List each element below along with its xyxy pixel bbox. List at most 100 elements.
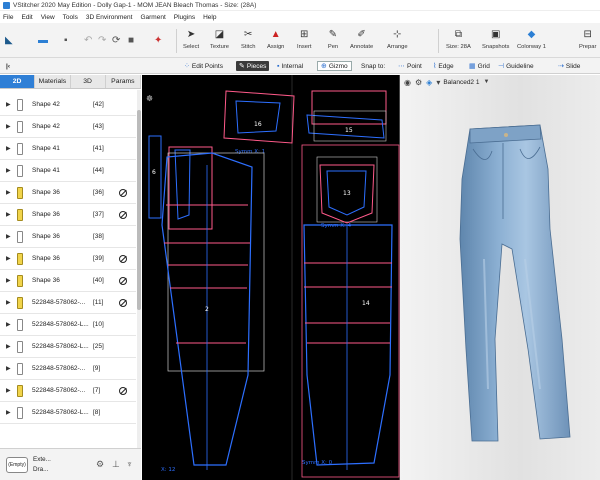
internal-toggle[interactable]: ▪ Internal: [274, 61, 306, 71]
hidden-ban-icon[interactable]: [119, 386, 127, 395]
list-item[interactable]: ▶ Shape 36 [38]: [0, 226, 136, 248]
menu-help[interactable]: Help: [203, 14, 216, 21]
list-item[interactable]: ▶ Shape 36 [40]: [0, 270, 136, 292]
snapshots-button[interactable]: ▣ Snapshots: [482, 27, 509, 51]
snap-grid-toggle[interactable]: ▦ Grid: [466, 61, 493, 71]
stitch-tool[interactable]: ✂ Stitch: [241, 27, 256, 51]
list-item[interactable]: ▶ Shape 41 [41]: [0, 138, 136, 160]
list-item-id: [25]: [93, 343, 104, 350]
expand-arrow-icon[interactable]: ▶: [6, 145, 11, 152]
insert-tool[interactable]: ⊞ Insert: [297, 27, 312, 51]
settings-icon[interactable]: ⚙: [96, 459, 104, 470]
prepare-button[interactable]: ⊟ Prepar: [579, 27, 596, 51]
tree-icon[interactable]: ♆: [126, 459, 133, 469]
expand-arrow-icon[interactable]: ▶: [6, 409, 11, 416]
list-item[interactable]: ▶ Shape 42 [42]: [0, 94, 136, 116]
menu-view[interactable]: View: [41, 14, 55, 21]
expand-arrow-icon[interactable]: ▶: [6, 343, 11, 350]
list-item[interactable]: ▶ Shape 36 [39]: [0, 248, 136, 270]
ruler-icon[interactable]: ⊥: [112, 459, 120, 470]
list-item[interactable]: ▶ 522848-578062-... [11]: [0, 292, 136, 314]
save-icon[interactable]: ▪: [64, 35, 68, 46]
hidden-ban-icon[interactable]: [119, 188, 127, 197]
piece-14-outline[interactable]: [303, 224, 393, 466]
edit-points-button[interactable]: ⁘ Edit Points: [181, 61, 226, 71]
snap-point-toggle[interactable]: ⋯ Point: [395, 61, 425, 71]
tab-2d[interactable]: 2D: [0, 75, 36, 88]
3d-settings-icon[interactable]: ⚙: [415, 78, 422, 87]
list-scrollbar[interactable]: [137, 90, 141, 448]
list-item[interactable]: ▶ Shape 42 [43]: [0, 116, 136, 138]
hidden-ban-icon[interactable]: [119, 254, 127, 263]
expand-arrow-icon[interactable]: ▶: [6, 167, 11, 174]
size-selector[interactable]: ⧉ Size: 28A: [446, 27, 471, 51]
list-item[interactable]: ▶ 522848-578062-L... [8]: [0, 402, 136, 424]
menu-3d-environment[interactable]: 3D Environment: [86, 14, 133, 21]
piece-6-outline[interactable]: [148, 135, 162, 219]
open-folder-icon[interactable]: ▬: [38, 35, 48, 46]
expand-arrow-icon[interactable]: ▶: [6, 299, 11, 306]
arrange-tool[interactable]: ⊹ Arrange: [387, 27, 408, 51]
colorway-selector[interactable]: ◆ Colorway 1: [517, 27, 546, 51]
list-item[interactable]: ▶ 522848-578062-L... [10]: [0, 314, 136, 336]
shape-thumbnail-icon: [17, 121, 23, 133]
refresh-icon[interactable]: ⟳: [112, 35, 120, 46]
texture-tool[interactable]: ◪ Texture: [210, 27, 229, 51]
list-item[interactable]: ▶ Shape 36 [36]: [0, 182, 136, 204]
expand-arrow-icon[interactable]: ▶: [6, 255, 11, 262]
pattern-canvas[interactable]: ☸ 16 15 6 Symm X: 1 2 X: 12 13 Symm X: 4…: [142, 75, 400, 480]
hidden-ban-icon[interactable]: [119, 298, 127, 307]
slide-toggle[interactable]: ⇢ Slide: [555, 61, 583, 71]
piece-16-outline[interactable]: [223, 90, 295, 144]
piece-label-2: 2: [205, 306, 209, 313]
scrollbar-thumb[interactable]: [137, 110, 141, 310]
list-item[interactable]: ▶ Shape 41 [44]: [0, 160, 136, 182]
3d-light-icon[interactable]: ◈: [426, 78, 432, 87]
assign-tool[interactable]: ▲ Assign: [267, 27, 284, 51]
3d-camera-icon[interactable]: ◉: [404, 78, 411, 87]
expand-arrow-icon[interactable]: ▶: [6, 189, 11, 196]
list-item[interactable]: ▶ 522848-578062-L... [25]: [0, 336, 136, 358]
expand-arrow-icon[interactable]: ▶: [6, 321, 11, 328]
menu-plugins[interactable]: Plugins: [174, 14, 195, 21]
expand-arrow-icon[interactable]: ▶: [6, 387, 11, 394]
tab-params[interactable]: Params: [106, 75, 141, 88]
expand-arrow-icon[interactable]: ▶: [6, 277, 11, 284]
collapse-panel-icon[interactable]: |‹: [3, 61, 13, 71]
gizmo-toggle[interactable]: ⊕ Gizmo: [317, 61, 352, 71]
expand-arrow-icon[interactable]: ▶: [6, 365, 11, 372]
3d-view[interactable]: ◉ ⚙ ◈ ▾ Balanced2 1 ▼: [400, 75, 600, 480]
empty-slot[interactable]: (Empty): [6, 457, 28, 473]
menu-file[interactable]: File: [3, 14, 13, 21]
expand-arrow-icon[interactable]: ▶: [6, 233, 11, 240]
menu-edit[interactable]: Edit: [21, 14, 32, 21]
redo-icon[interactable]: ↷: [98, 35, 106, 46]
view-settings-icon[interactable]: ☸: [146, 94, 153, 103]
snap-edge-toggle[interactable]: ⌇ Edge: [430, 61, 457, 71]
2d-pattern-view[interactable]: ☸ 16 15 6 Symm X: 1 2 X: 12 13 Symm X: 4…: [142, 75, 400, 480]
tab-materials[interactable]: Materials: [35, 75, 71, 88]
camera-icon[interactable]: ■: [128, 35, 134, 46]
expand-arrow-icon[interactable]: ▶: [6, 123, 11, 130]
tab-3d[interactable]: 3D: [71, 75, 106, 88]
render-icon[interactable]: ✦: [154, 35, 162, 46]
menu-garment[interactable]: Garment: [140, 14, 165, 21]
pen-icon: ✎: [328, 28, 338, 40]
undo-icon[interactable]: ↶: [84, 35, 92, 46]
annotate-tool[interactable]: ✐ Annotate: [350, 27, 373, 51]
3d-dropdown-icon[interactable]: ▾: [436, 78, 440, 87]
expand-arrow-icon[interactable]: ▶: [6, 101, 11, 108]
chevron-down-icon[interactable]: ▼: [483, 79, 489, 85]
list-item[interactable]: ▶ Shape 36 [37]: [0, 204, 136, 226]
expand-arrow-icon[interactable]: ▶: [6, 211, 11, 218]
pieces-toggle[interactable]: ✎ Pieces: [236, 61, 270, 71]
3d-preset-select[interactable]: Balanced2 1: [443, 79, 479, 86]
hidden-ban-icon[interactable]: [119, 276, 127, 285]
menu-tools[interactable]: Tools: [63, 14, 78, 21]
pen-tool[interactable]: ✎ Pen: [326, 27, 340, 51]
list-item[interactable]: ▶ 522848-578062-... [9]: [0, 358, 136, 380]
select-tool[interactable]: ➤ Select: [183, 27, 199, 51]
snap-guideline-toggle[interactable]: ⊣ Guideline: [495, 61, 537, 71]
hidden-ban-icon[interactable]: [119, 210, 127, 219]
list-item[interactable]: ▶ 522848-578062-... [7]: [0, 380, 136, 402]
